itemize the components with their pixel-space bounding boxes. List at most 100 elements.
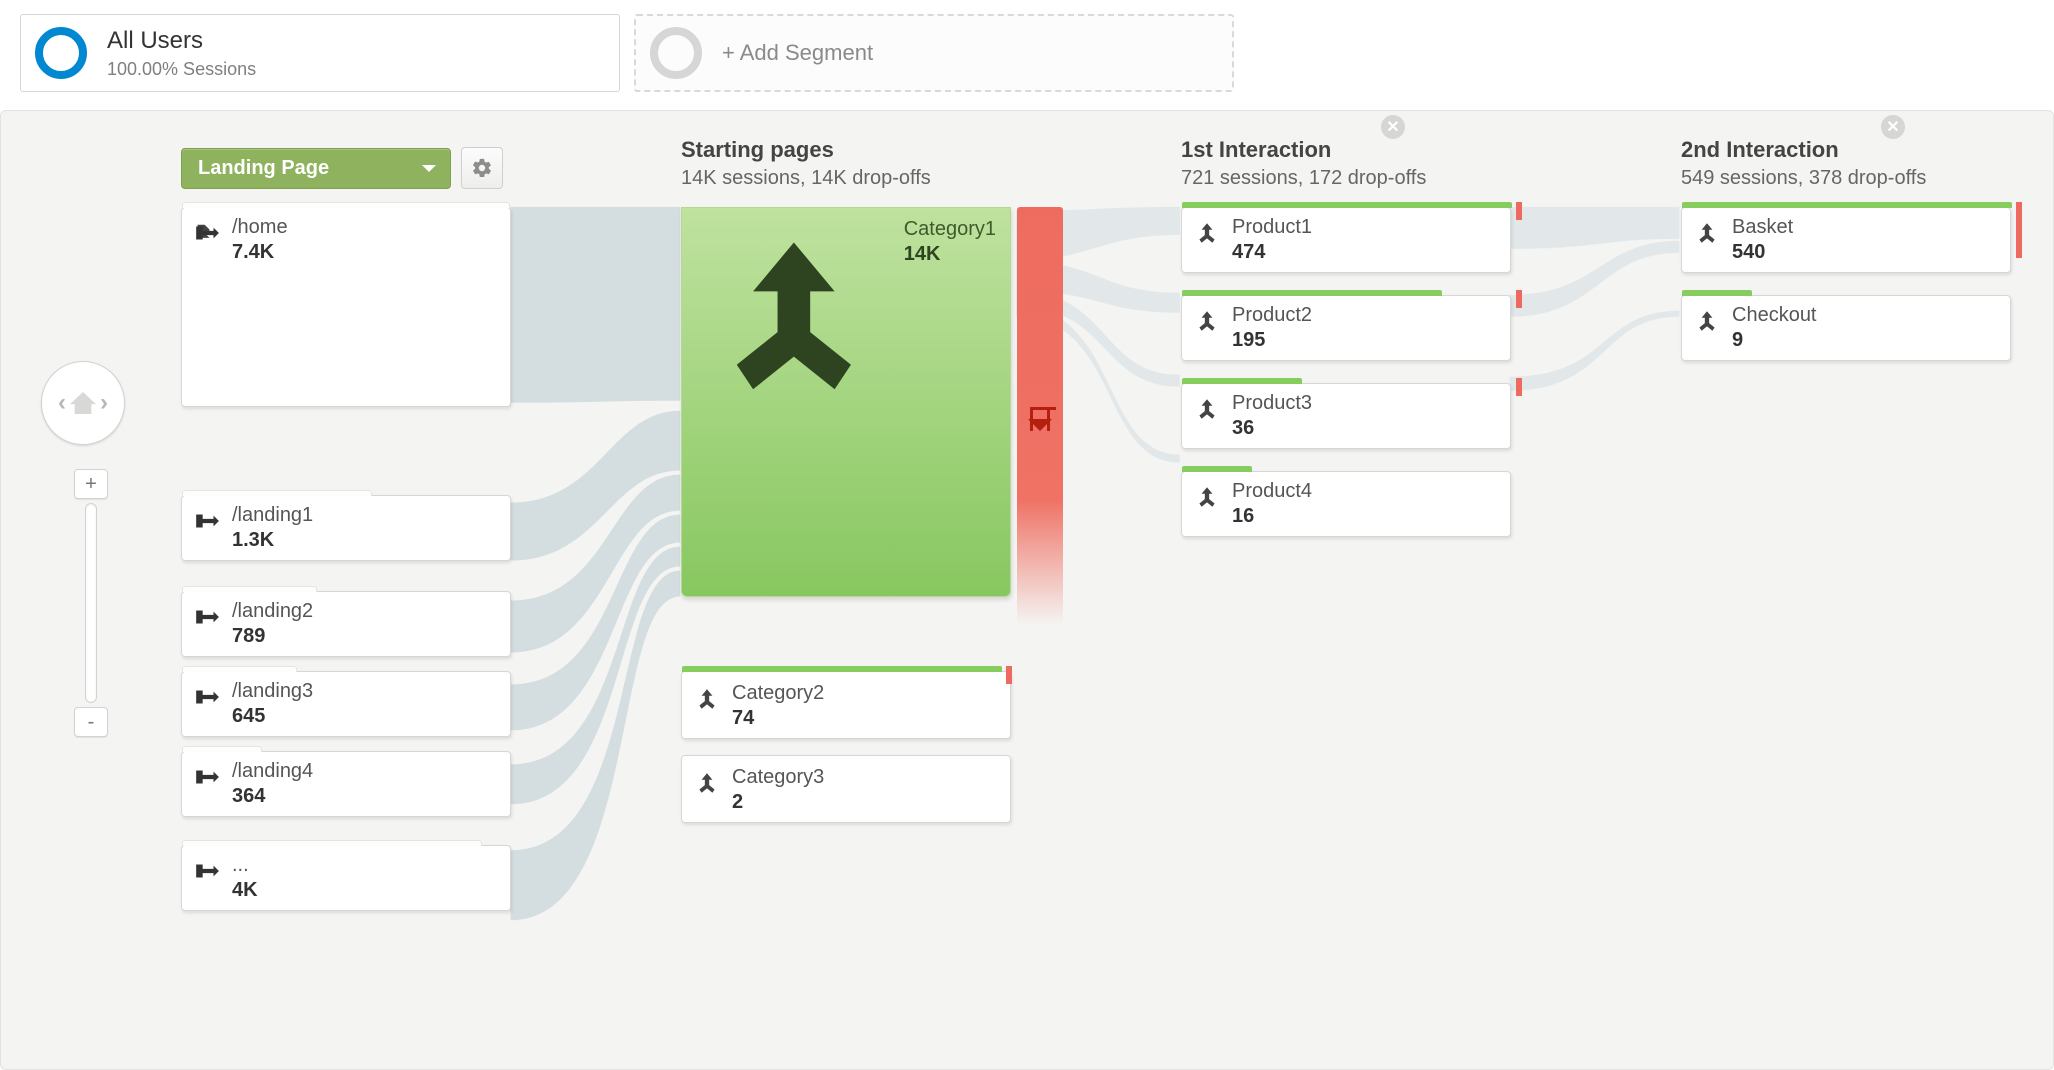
column-subtitle: 14K sessions, 14K drop-offs xyxy=(681,167,931,190)
nav-next-icon[interactable]: › xyxy=(100,389,108,417)
segment-circle-icon xyxy=(650,27,702,79)
column-landing: /home 7.4K /landing11.3K /landing2789 /l… xyxy=(181,207,511,911)
dropoff-arrow-icon xyxy=(1030,407,1050,431)
column-header-int2: 2nd Interaction 549 sessions, 378 drop-o… xyxy=(1681,137,1926,190)
merge-icon xyxy=(696,218,892,414)
segment-subtitle: 100.00% Sessions xyxy=(107,59,256,80)
dropoff-strip[interactable] xyxy=(1017,207,1063,625)
dropoff-tick xyxy=(1516,378,1522,396)
node-int1[interactable]: Product336 xyxy=(1181,383,1511,449)
node-landing[interactable]: /landing11.3K xyxy=(181,495,511,561)
zoom-in-button[interactable]: + xyxy=(74,469,108,499)
node-int1[interactable]: Product1474 xyxy=(1181,207,1511,273)
gear-icon xyxy=(471,157,493,179)
dropoff-tick xyxy=(1006,666,1012,684)
node-starting[interactable]: Category32 xyxy=(681,755,1011,823)
zoom-out-button[interactable]: - xyxy=(74,707,108,737)
column-header-int1: 1st Interaction 721 sessions, 172 drop-o… xyxy=(1181,137,1426,190)
node-value: 36 xyxy=(1232,417,1312,440)
node-landing[interactable]: /landing2789 xyxy=(181,591,511,657)
node-value: 2 xyxy=(732,791,824,814)
column-int1: Product1474 Product2195 Product336 Produ… xyxy=(1181,207,1511,537)
throughput-bar xyxy=(1182,290,1442,296)
dimension-row: Landing Page xyxy=(181,147,503,189)
split-icon xyxy=(194,858,220,884)
dropoff-tick xyxy=(2016,202,2022,258)
nav-home-pill[interactable]: ‹ › xyxy=(41,361,125,445)
node-landing[interactable]: ...4K xyxy=(181,845,511,911)
node-value: 645 xyxy=(232,705,313,728)
dimension-select[interactable]: Landing Page xyxy=(181,148,451,189)
nav-prev-icon[interactable]: ‹ xyxy=(58,389,66,417)
split-icon xyxy=(194,764,220,790)
column-int2: Basket540 Checkout9 xyxy=(1681,207,2011,361)
split-icon xyxy=(194,508,220,534)
nav-cluster: ‹ › + - xyxy=(41,361,141,737)
split-icon xyxy=(194,604,220,630)
column-starting-minor: Category274 Category32 xyxy=(681,671,1011,823)
node-value: 9 xyxy=(1732,329,1817,352)
merge-icon xyxy=(694,770,720,796)
column-title: 1st Interaction xyxy=(1181,137,1426,163)
node-label: Category2 xyxy=(732,682,824,705)
segment-title: All Users xyxy=(107,27,256,55)
throughput-bar xyxy=(1682,290,1752,296)
node-value: 364 xyxy=(232,785,313,808)
node-value: 74 xyxy=(732,707,824,730)
inflow-bar xyxy=(182,202,510,208)
merge-icon xyxy=(1694,308,1720,334)
dimension-selected-label: Landing Page xyxy=(198,157,329,179)
node-int2[interactable]: Checkout9 xyxy=(1681,295,2011,361)
node-value: 4K xyxy=(232,879,258,902)
node-landing[interactable]: /landing3645 xyxy=(181,671,511,737)
split-icon xyxy=(194,684,220,710)
inflow-bar xyxy=(182,490,372,496)
node-label: /landing3 xyxy=(232,680,313,703)
node-landing[interactable]: /home 7.4K xyxy=(181,207,511,407)
throughput-bar xyxy=(1182,466,1252,472)
node-label: /home xyxy=(232,216,288,239)
home-icon[interactable] xyxy=(70,392,96,414)
column-subtitle: 721 sessions, 172 drop-offs xyxy=(1181,167,1426,190)
segment-all-users[interactable]: All Users 100.00% Sessions xyxy=(20,14,620,92)
node-label: Basket xyxy=(1732,216,1793,239)
inflow-bar xyxy=(182,840,482,846)
node-starting-big[interactable]: Category1 14K xyxy=(681,207,1011,597)
settings-button[interactable] xyxy=(461,147,503,189)
node-label: /landing2 xyxy=(232,600,313,623)
node-label: Category3 xyxy=(732,766,824,789)
node-starting[interactable]: Category274 xyxy=(681,671,1011,739)
throughput-bar xyxy=(682,666,1002,672)
split-icon xyxy=(194,220,220,246)
node-label: ... xyxy=(232,854,258,877)
behavior-flow-panel: ‹ › + - Landing Page Starting pages 14K … xyxy=(0,110,2054,1070)
merge-icon xyxy=(1194,396,1220,422)
column-title: 2nd Interaction xyxy=(1681,137,1926,163)
merge-icon xyxy=(1194,484,1220,510)
node-label: Product3 xyxy=(1232,392,1312,415)
zoom-control: + - xyxy=(41,469,141,737)
merge-icon xyxy=(1694,220,1720,246)
node-value: 540 xyxy=(1732,241,1793,264)
node-landing[interactable]: /landing4364 xyxy=(181,751,511,817)
column-header-starting: Starting pages 14K sessions, 14K drop-of… xyxy=(681,137,931,190)
column-title: Starting pages xyxy=(681,137,931,163)
zoom-slider[interactable] xyxy=(85,503,97,703)
throughput-bar xyxy=(1682,202,2012,208)
node-label: Product4 xyxy=(1232,480,1312,503)
node-label: Category1 xyxy=(904,218,996,241)
segment-bar: All Users 100.00% Sessions + Add Segment xyxy=(0,0,2054,110)
dropoff-tick xyxy=(1516,202,1522,220)
node-label: /landing4 xyxy=(232,760,313,783)
node-value: 7.4K xyxy=(232,241,288,264)
column-close-int1[interactable]: ✕ xyxy=(1381,115,1405,139)
node-int2[interactable]: Basket540 xyxy=(1681,207,2011,273)
column-close-int2[interactable]: ✕ xyxy=(1881,115,1905,139)
throughput-bar xyxy=(1182,202,1512,208)
inflow-bar xyxy=(182,666,297,672)
node-label: Checkout xyxy=(1732,304,1817,327)
add-segment-button[interactable]: + Add Segment xyxy=(634,14,1234,92)
node-int1[interactable]: Product2195 xyxy=(1181,295,1511,361)
node-value: 789 xyxy=(232,625,313,648)
node-int1[interactable]: Product416 xyxy=(1181,471,1511,537)
